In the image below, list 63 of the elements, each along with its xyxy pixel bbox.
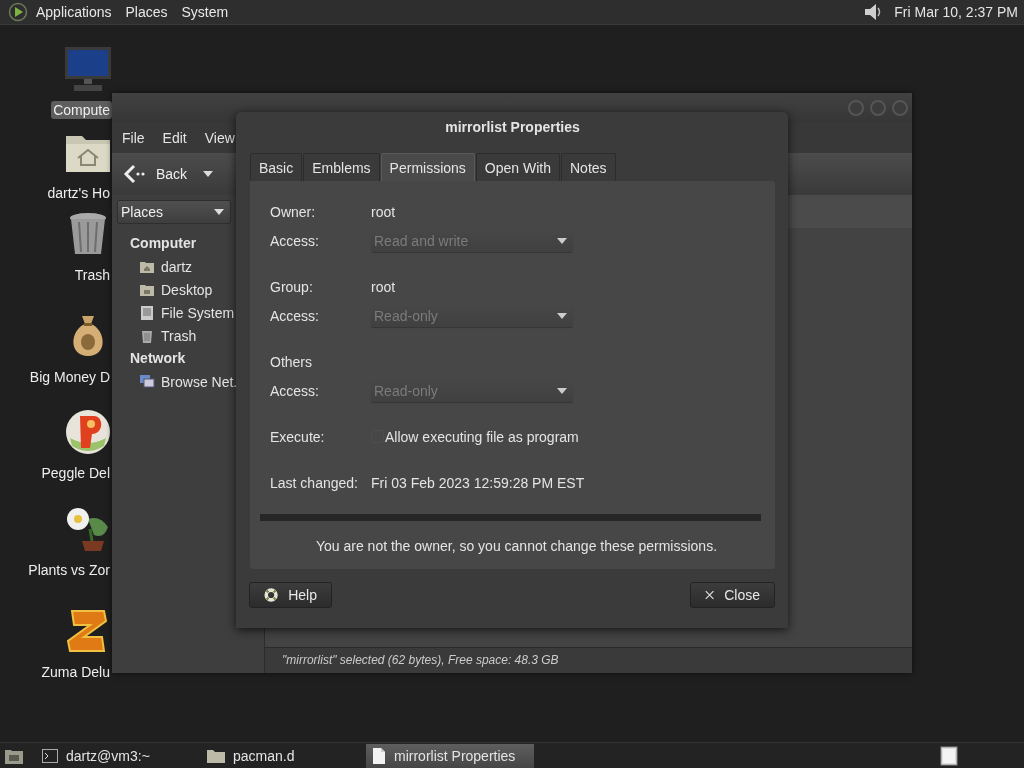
- field-value: root: [371, 203, 396, 220]
- status-bar: "mirrorlist" selected (62 bytes), Free space: 48.3 GB: [265, 648, 912, 673]
- ball-icon[interactable]: [64, 408, 112, 456]
- tab[interactable]: Open With: [475, 153, 560, 181]
- caret-icon: [557, 237, 567, 244]
- workspace-pager-icon[interactable]: [940, 745, 958, 766]
- sidebar-item[interactable]: Desktop: [117, 278, 264, 301]
- caret-icon: [557, 387, 567, 394]
- taskbar-button[interactable]: pacman.d: [201, 743, 366, 768]
- field-label: Owner:: [270, 203, 317, 220]
- desktop-icon-label[interactable]: Peggle Del: [39, 464, 112, 482]
- field-label: Execute:: [270, 428, 326, 445]
- close-icon: [705, 589, 715, 601]
- tab[interactable]: Basic: [250, 153, 303, 181]
- field-label: Access:: [270, 382, 320, 399]
- notice-text: You are not the owner, so you cannot change these permissions.: [314, 537, 719, 555]
- back-button[interactable]: Back: [122, 164, 192, 184]
- document-icon: [372, 747, 386, 764]
- folder-icon: [207, 748, 225, 763]
- panel-menu[interactable]: Applications: [36, 4, 112, 20]
- caret-icon[interactable]: [203, 171, 214, 177]
- field-label: Access:: [270, 307, 320, 324]
- panel-menu[interactable]: System: [181, 4, 229, 20]
- field-value: root: [371, 278, 396, 295]
- network-icon: [139, 373, 155, 390]
- sidebar-item[interactable]: dartz: [117, 255, 264, 278]
- tab[interactable]: Emblems: [303, 153, 380, 181]
- caret-icon: [557, 312, 567, 319]
- desktop-icon-label[interactable]: Zuma Delu: [39, 663, 112, 681]
- menu-item[interactable]: View: [204, 129, 235, 146]
- desktop-icon-label[interactable]: dartz's Ho: [45, 184, 112, 202]
- close-button[interactable]: Close: [690, 582, 775, 608]
- desktop-icon-label[interactable]: Big Money D: [27, 368, 112, 386]
- desktop-icon-label[interactable]: Compute: [51, 101, 112, 119]
- menu-item[interactable]: File: [122, 129, 145, 146]
- field-label: Group:: [270, 278, 314, 295]
- drive-icon: [139, 304, 155, 321]
- lifebuoy-icon: [264, 587, 279, 603]
- field-label: Access:: [270, 232, 320, 249]
- menu-item[interactable]: Edit: [162, 129, 187, 146]
- panel-menu[interactable]: Places: [125, 4, 168, 20]
- back-arrow-icon: [122, 164, 146, 184]
- clock[interactable]: Fri Mar 10, 2:37 PM: [894, 4, 1018, 20]
- sidebar-item[interactable]: Browse Net.: [117, 370, 264, 393]
- sidebar-item[interactable]: Trash: [117, 324, 264, 347]
- help-button[interactable]: Help: [249, 582, 332, 608]
- sidebar-item[interactable]: File System: [117, 301, 264, 324]
- caret-icon: [214, 209, 224, 215]
- play-logo-icon[interactable]: [8, 2, 28, 22]
- desktop-icon-label[interactable]: Trash: [72, 266, 112, 284]
- field-value: Fri 03 Feb 2023 12:59:28 PM EST: [371, 474, 585, 491]
- tab[interactable]: Permissions: [380, 153, 475, 181]
- terminal-icon: [42, 748, 58, 763]
- dialog-title: mirrorlist Properties: [444, 118, 581, 137]
- taskbar-button[interactable]: dartz@vm3:~: [36, 743, 201, 768]
- taskbar-button[interactable]: mirrorlist Properties: [366, 743, 534, 768]
- places-dropdown[interactable]: Places: [117, 200, 231, 224]
- tab[interactable]: Notes: [561, 153, 616, 181]
- sidebar-heading: Computer: [129, 234, 198, 253]
- sidebar-heading: Network: [129, 349, 187, 368]
- desktop-icon-label[interactable]: Plants vs Zor: [26, 561, 112, 579]
- field-label: Last changed:: [270, 474, 359, 491]
- field-label: Others: [270, 353, 313, 370]
